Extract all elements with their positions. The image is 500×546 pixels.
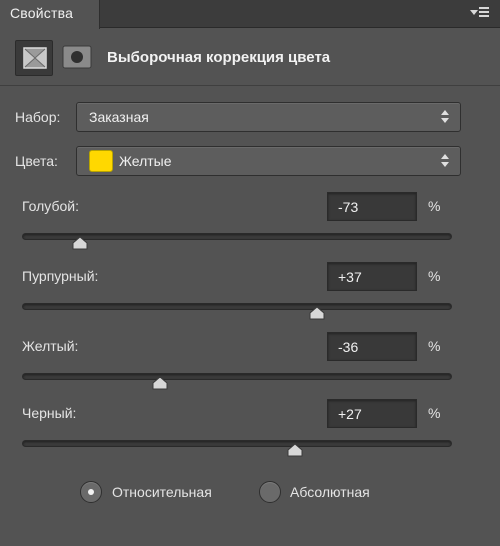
radio-absolute[interactable] <box>259 481 281 503</box>
colors-label: Цвета: <box>15 153 58 169</box>
adjustment-layer-icon[interactable] <box>62 44 92 70</box>
slider-magenta: Пурпурный: +37 % <box>0 262 500 334</box>
radio-selected-dot <box>88 489 94 495</box>
adjustment-title: Выборочная коррекция цвета <box>107 49 331 66</box>
slider-cyan-unit: % <box>428 198 441 214</box>
radio-absolute-label: Абсолютная <box>290 484 370 500</box>
slider-cyan-thumb[interactable] <box>72 237 88 250</box>
slider-cyan-value[interactable]: -73 <box>327 192 417 221</box>
radio-relative[interactable] <box>80 481 102 503</box>
slider-yellow-unit: % <box>428 338 441 354</box>
slider-black: Черный: +27 % <box>0 399 500 471</box>
tab-properties[interactable]: Свойства <box>0 0 100 29</box>
slider-black-value[interactable]: +27 <box>327 399 417 428</box>
panel-menu-icon[interactable] <box>470 4 492 24</box>
preset-dropdown[interactable]: Заказная <box>76 102 461 132</box>
colors-dropdown[interactable]: Желтые <box>76 146 461 176</box>
properties-header: Выборочная коррекция цвета <box>0 29 500 86</box>
slider-yellow-label: Желтый: <box>22 338 79 354</box>
color-swatch <box>89 150 113 172</box>
slider-magenta-thumb[interactable] <box>309 307 325 320</box>
preset-value: Заказная <box>89 109 149 125</box>
slider-yellow-track[interactable] <box>22 373 452 380</box>
dropdown-arrows-icon <box>441 110 450 124</box>
slider-black-thumb[interactable] <box>287 444 303 457</box>
slider-magenta-value[interactable]: +37 <box>327 262 417 291</box>
tab-properties-label: Свойства <box>10 5 74 21</box>
slider-cyan: Голубой: -73 % <box>0 192 500 264</box>
preset-label: Набор: <box>15 109 61 125</box>
slider-magenta-track[interactable] <box>22 303 452 310</box>
slider-black-label: Черный: <box>22 405 77 421</box>
colors-value: Желтые <box>119 153 172 169</box>
layer-mask-icon[interactable] <box>15 40 53 76</box>
slider-cyan-label: Голубой: <box>22 198 79 214</box>
slider-magenta-label: Пурпурный: <box>22 268 99 284</box>
slider-yellow-thumb[interactable] <box>152 377 168 390</box>
slider-black-unit: % <box>428 405 441 421</box>
radio-relative-label: Относительная <box>112 484 212 500</box>
panel-tab-bar: Свойства <box>0 0 500 29</box>
slider-yellow: Желтый: -36 % <box>0 332 500 404</box>
dropdown-arrows-icon <box>441 154 450 168</box>
slider-black-track[interactable] <box>22 440 452 447</box>
slider-yellow-value[interactable]: -36 <box>327 332 417 361</box>
slider-magenta-unit: % <box>428 268 441 284</box>
